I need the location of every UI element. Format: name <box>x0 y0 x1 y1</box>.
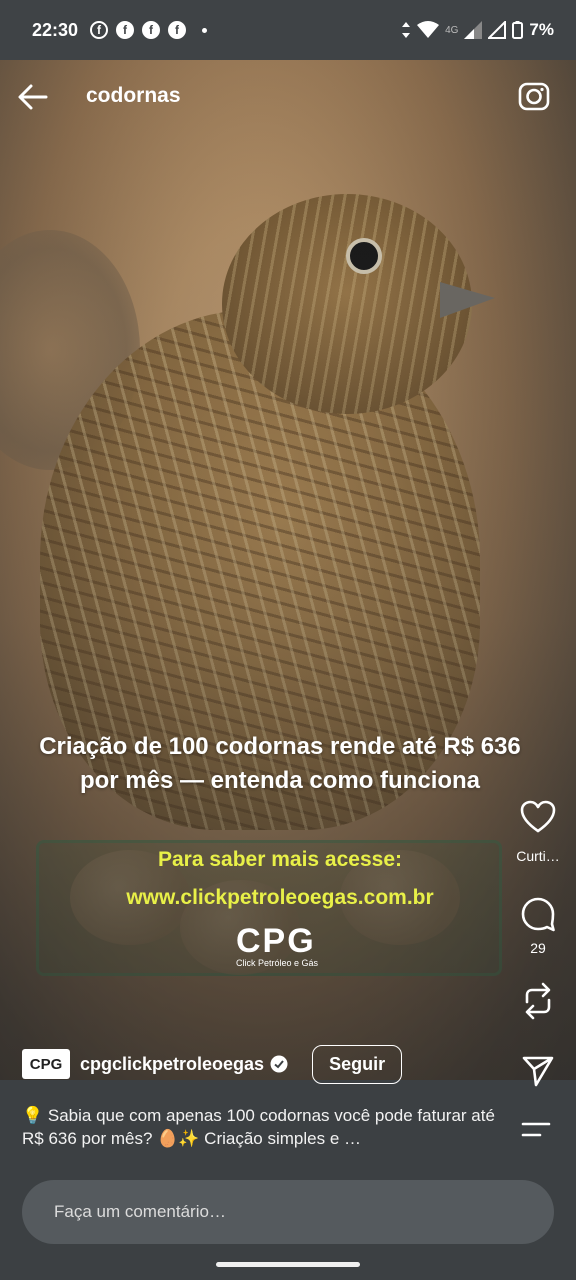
send-icon <box>522 1056 554 1087</box>
verified-badge-icon <box>270 1055 288 1073</box>
cta-url: www.clickpetroleoegas.com.br <box>126 886 434 909</box>
signal-outline-icon <box>488 21 507 39</box>
home-indicator[interactable] <box>216 1262 360 1267</box>
background-quail <box>0 230 140 470</box>
logo-subtitle: Click Petróleo e Gás <box>236 958 319 968</box>
avatar[interactable]: CPG <box>22 1049 70 1079</box>
follow-button[interactable]: Seguir <box>312 1044 403 1084</box>
quail-eye <box>346 238 382 274</box>
battery-icon <box>512 21 524 39</box>
author-row: CPG cpgclickpetroleoegas Seguir <box>22 1044 403 1084</box>
cpg-logo: CPG Click Petróleo e Gás <box>236 924 344 976</box>
wifi-icon <box>417 21 440 38</box>
like-button[interactable]: Curti… <box>510 800 566 864</box>
heart-icon <box>520 800 556 833</box>
caption-expand-icon[interactable] <box>520 1118 552 1142</box>
data-transfer-icon <box>402 22 411 38</box>
back-arrow-icon[interactable] <box>16 80 50 114</box>
logo-text: CPG <box>236 922 316 960</box>
comment-count: 29 <box>530 940 546 956</box>
repost-icon <box>525 982 551 1020</box>
comment-input[interactable]: Faça um comentário… <box>22 1180 554 1244</box>
like-label: Curti… <box>516 848 560 864</box>
quail-beak <box>440 282 495 318</box>
status-indicators: 4G 7% <box>401 20 554 40</box>
comment-placeholder: Faça um comentário… <box>54 1202 226 1221</box>
battery-percent: 7% <box>529 20 554 39</box>
cta-text: Para saber mais acesse: <box>157 848 402 871</box>
post-headline: Criação de 100 codornas rende até R$ 636… <box>39 733 521 794</box>
quail-head <box>222 194 472 414</box>
comment-button[interactable]: 29 <box>510 896 566 956</box>
repost-button[interactable] <box>510 982 566 1020</box>
comment-icon <box>521 897 555 932</box>
top-app-bar: codornas <box>0 60 576 134</box>
share-button[interactable] <box>510 1054 566 1088</box>
network-type-label: 4G <box>445 24 459 36</box>
camera-icon[interactable] <box>518 80 550 112</box>
facebook-icon: f <box>142 21 161 39</box>
more-notifications-dot <box>202 27 208 33</box>
facebook-icon: f <box>116 21 135 39</box>
status-bar: 22:30 f f f f 4G 7% <box>0 0 576 60</box>
post-caption[interactable]: 💡 Sabia que com apenas 100 codornas você… <box>22 1104 502 1150</box>
facebook-outline-icon: f <box>90 21 109 39</box>
status-time: 22:30 <box>32 19 79 40</box>
page-title: codornas <box>86 84 181 107</box>
facebook-icon: f <box>168 21 187 39</box>
username[interactable]: cpgclickpetroleoegas <box>80 1054 264 1075</box>
signal-icon <box>464 21 483 39</box>
